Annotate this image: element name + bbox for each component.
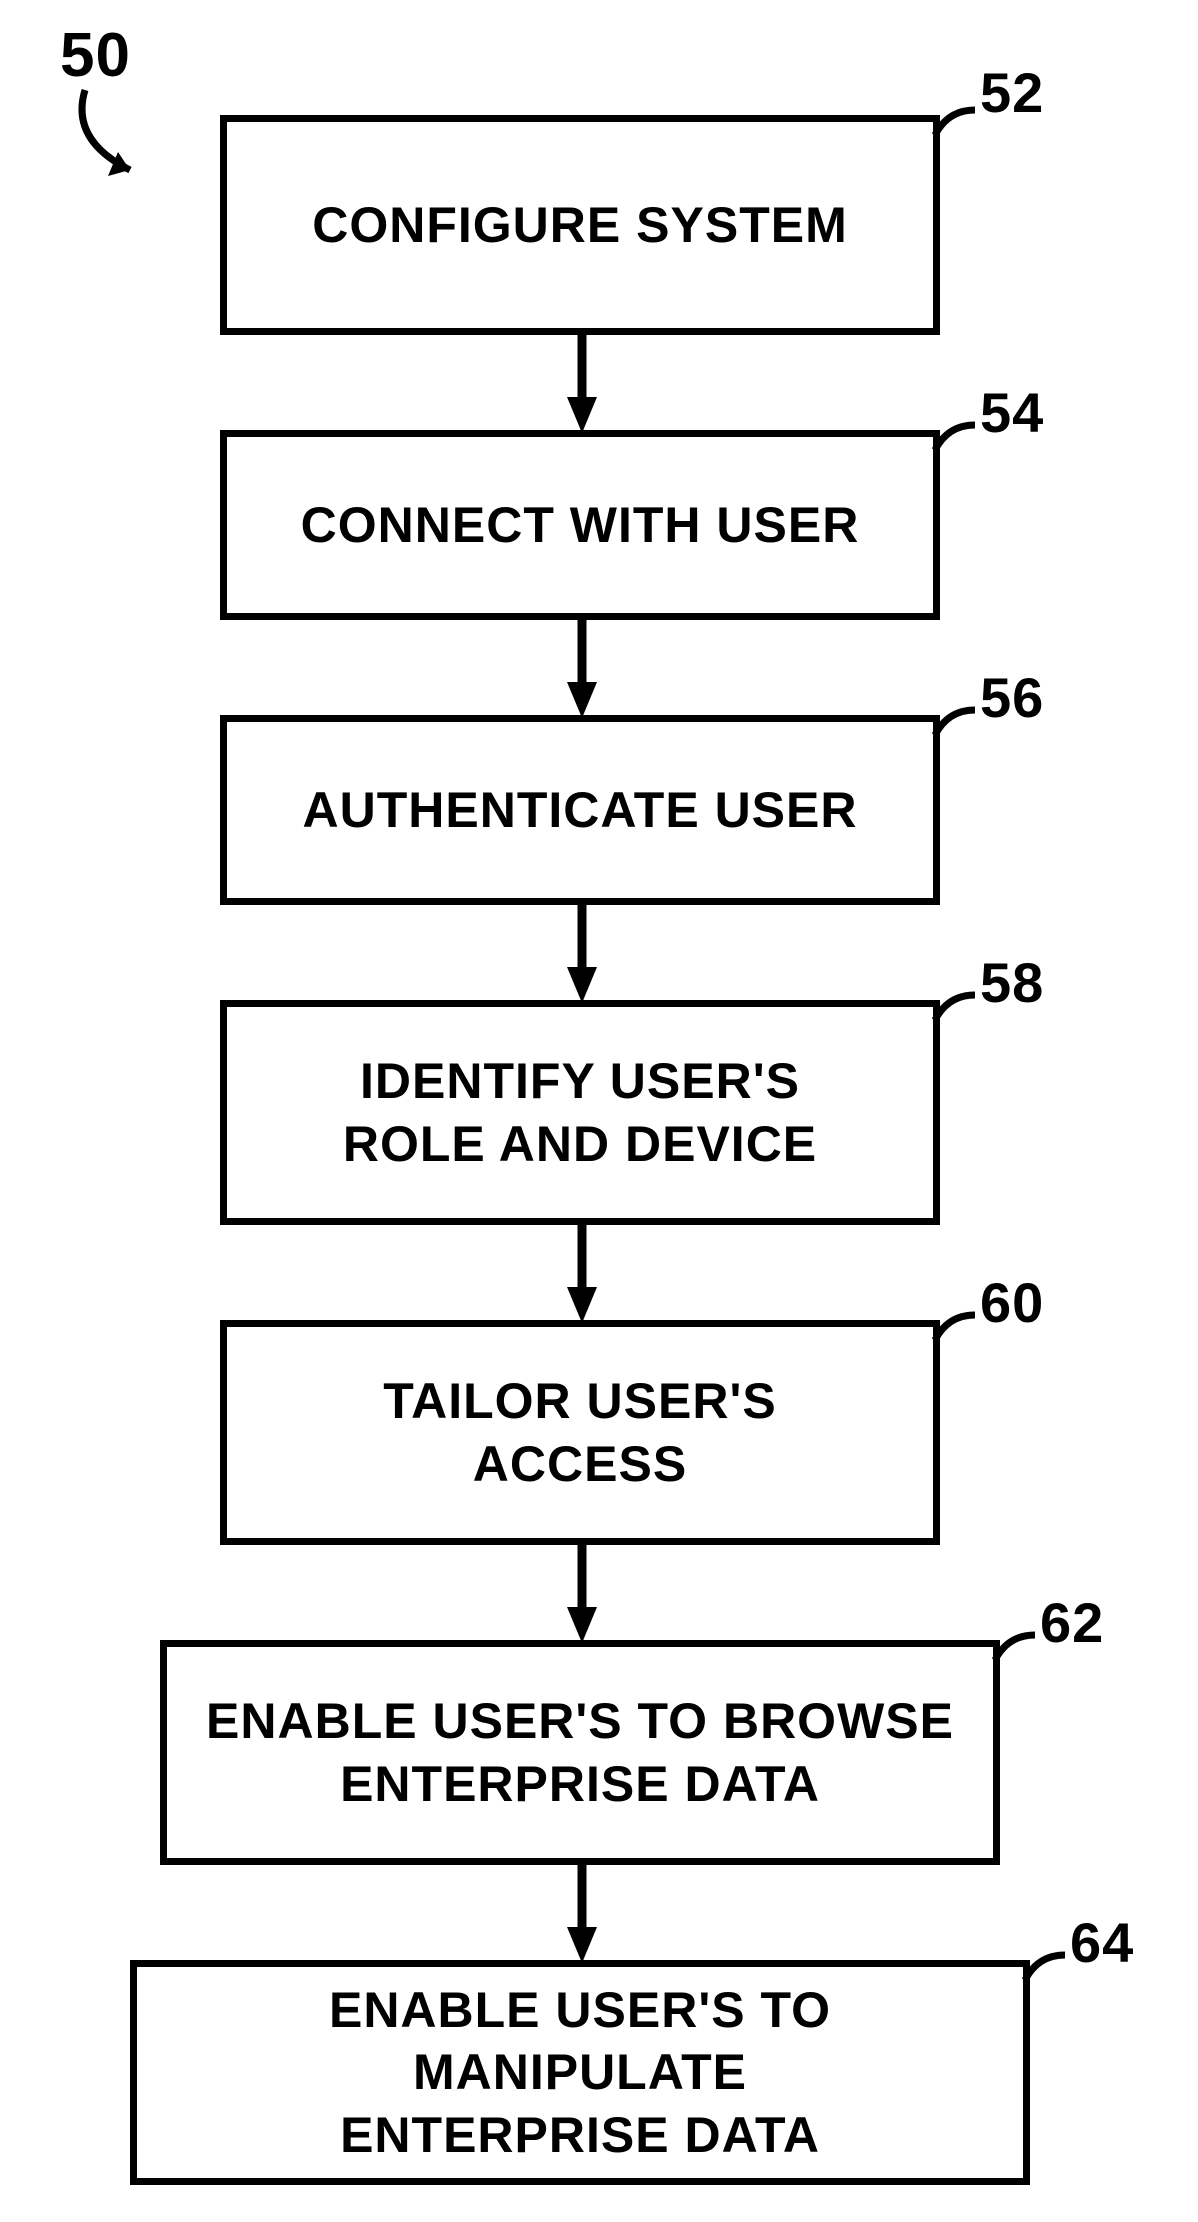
step-text: CONFIGURE SYSTEM [312, 194, 847, 257]
step-text: ENABLE USER'S TO MANIPULATE ENTERPRISE D… [155, 1979, 1005, 2167]
arrow-52-54 [567, 335, 597, 435]
lead-line-52 [930, 105, 990, 145]
step-box-62: ENABLE USER'S TO BROWSE ENTERPRISE DATA [160, 1640, 1000, 1865]
lead-line-60 [930, 1310, 990, 1350]
lead-line-54 [930, 420, 990, 460]
flowchart-canvas: 50 CONFIGURE SYSTEM 52 CONNECT WITH USER… [0, 0, 1198, 2222]
step-box-54: CONNECT WITH USER [220, 430, 940, 620]
arrow-56-58 [567, 905, 597, 1005]
step-box-64: ENABLE USER'S TO MANIPULATE ENTERPRISE D… [130, 1960, 1030, 2185]
lead-line-56 [930, 705, 990, 745]
lead-line-58 [930, 990, 990, 1030]
step-text: CONNECT WITH USER [301, 494, 860, 557]
step-text: TAILOR USER'S ACCESS [383, 1370, 776, 1495]
lead-line-62 [990, 1630, 1050, 1670]
lead-line-64 [1020, 1950, 1080, 1990]
step-text: IDENTIFY USER'S ROLE AND DEVICE [343, 1050, 817, 1175]
step-box-52: CONFIGURE SYSTEM [220, 115, 940, 335]
step-box-58: IDENTIFY USER'S ROLE AND DEVICE [220, 1000, 940, 1225]
arrow-58-60 [567, 1225, 597, 1325]
step-text: AUTHENTICATE USER [303, 779, 858, 842]
flowchart-ref-arrow [60, 80, 180, 190]
step-box-60: TAILOR USER'S ACCESS [220, 1320, 940, 1545]
arrow-54-56 [567, 620, 597, 720]
arrow-60-62 [567, 1545, 597, 1645]
step-box-56: AUTHENTICATE USER [220, 715, 940, 905]
step-text: ENABLE USER'S TO BROWSE ENTERPRISE DATA [206, 1690, 954, 1815]
arrow-62-64 [567, 1865, 597, 1965]
